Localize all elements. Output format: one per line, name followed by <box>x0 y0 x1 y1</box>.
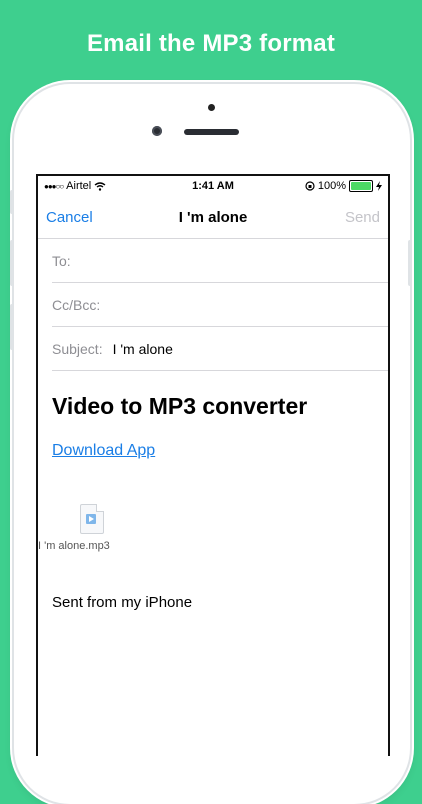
subject-field[interactable]: Subject: I 'm alone <box>52 327 388 371</box>
signal-strength-icon: ●●●○○ <box>44 181 64 191</box>
ccbcc-field[interactable]: Cc/Bcc: <box>52 283 388 327</box>
file-corner <box>96 504 104 512</box>
audio-file-icon <box>80 504 104 534</box>
to-field[interactable]: To: <box>52 239 388 283</box>
carrier-name: Airtel <box>66 180 92 192</box>
cancel-button[interactable]: Cancel <box>46 209 93 226</box>
promo-headline: Email the MP3 format <box>86 30 336 57</box>
status-left: ●●●○○ Airtel <box>44 180 106 192</box>
attachment-filename: I 'm alone.mp3 <box>38 540 110 552</box>
message-body[interactable]: Video to MP3 converter Download App I 'm… <box>38 393 388 611</box>
media-glyph <box>86 514 96 524</box>
battery-level-fill <box>351 182 371 190</box>
front-camera <box>152 126 162 136</box>
earpiece-speaker <box>184 129 239 135</box>
subject-label: Subject: <box>52 340 103 357</box>
subject-value[interactable]: I 'm alone <box>113 341 173 357</box>
ccbcc-label: Cc/Bcc: <box>52 296 101 313</box>
to-label: To: <box>52 252 71 269</box>
status-bar: ●●●○○ Airtel 1:41 AM 100% <box>38 176 388 196</box>
status-right: 100% <box>305 180 382 192</box>
body-heading: Video to MP3 converter <box>52 393 308 419</box>
phone-screen: ●●●○○ Airtel 1:41 AM 100% Cancel I 'm al… <box>36 174 390 756</box>
wifi-icon <box>94 181 106 191</box>
battery-icon <box>349 180 373 192</box>
download-app-link[interactable]: Download App <box>52 442 155 460</box>
mp3-attachment[interactable]: I 'm alone.mp3 <box>38 504 132 552</box>
charging-bolt-icon <box>376 181 382 191</box>
phone-mute-switch <box>10 190 14 214</box>
battery-percent: 100% <box>317 180 346 192</box>
phone-volume-down <box>10 304 14 350</box>
phone-sensor <box>208 104 215 111</box>
phone-power-button <box>408 240 412 286</box>
email-signature: Sent from my iPhone <box>52 594 193 611</box>
compose-nav-bar: Cancel I 'm alone Send <box>38 196 388 239</box>
send-button[interactable]: Send <box>345 209 380 226</box>
phone-volume-up <box>10 240 14 286</box>
orientation-lock-icon <box>305 181 315 191</box>
